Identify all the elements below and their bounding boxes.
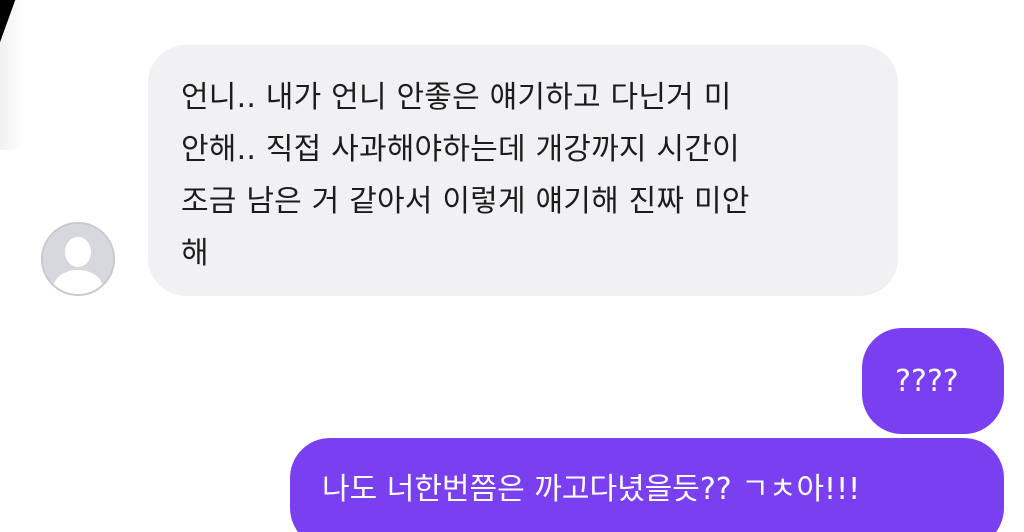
outgoing-message-bubble[interactable]: ???? bbox=[862, 328, 1004, 434]
chat-screen: 언니.. 내가 언니 안좋은 얘기하고 다닌거 미 안해.. 직접 사과해야하는… bbox=[0, 0, 1024, 532]
outgoing-message-bubble[interactable]: 나도 너한번쯤은 까고다녔을듯?? ㄱㅊ아!!! bbox=[290, 438, 1004, 532]
message-text-line: 언니.. 내가 언니 안좋은 얘기하고 다닌거 미 bbox=[181, 80, 732, 115]
panel-edge-shadow bbox=[0, 0, 24, 150]
message-text-line: 해 bbox=[181, 236, 209, 271]
incoming-message-bubble[interactable]: 언니.. 내가 언니 안좋은 얘기하고 다닌거 미 안해.. 직접 사과해야하는… bbox=[148, 45, 898, 296]
default-user-avatar-icon bbox=[43, 224, 113, 294]
avatar[interactable] bbox=[41, 222, 115, 296]
message-text: 나도 너한번쯤은 까고다녔을듯?? ㄱㅊ아!!! bbox=[322, 472, 861, 507]
message-text-line: 조금 남은 거 같아서 이렇게 얘기해 진짜 미안 bbox=[181, 184, 750, 219]
chat-panel: 언니.. 내가 언니 안좋은 얘기하고 다닌거 미 안해.. 직접 사과해야하는… bbox=[0, 0, 1024, 532]
message-text: ???? bbox=[895, 363, 959, 399]
message-text-line: 안해.. 직접 사과해야하는데 개강까지 시간이 bbox=[181, 132, 740, 167]
